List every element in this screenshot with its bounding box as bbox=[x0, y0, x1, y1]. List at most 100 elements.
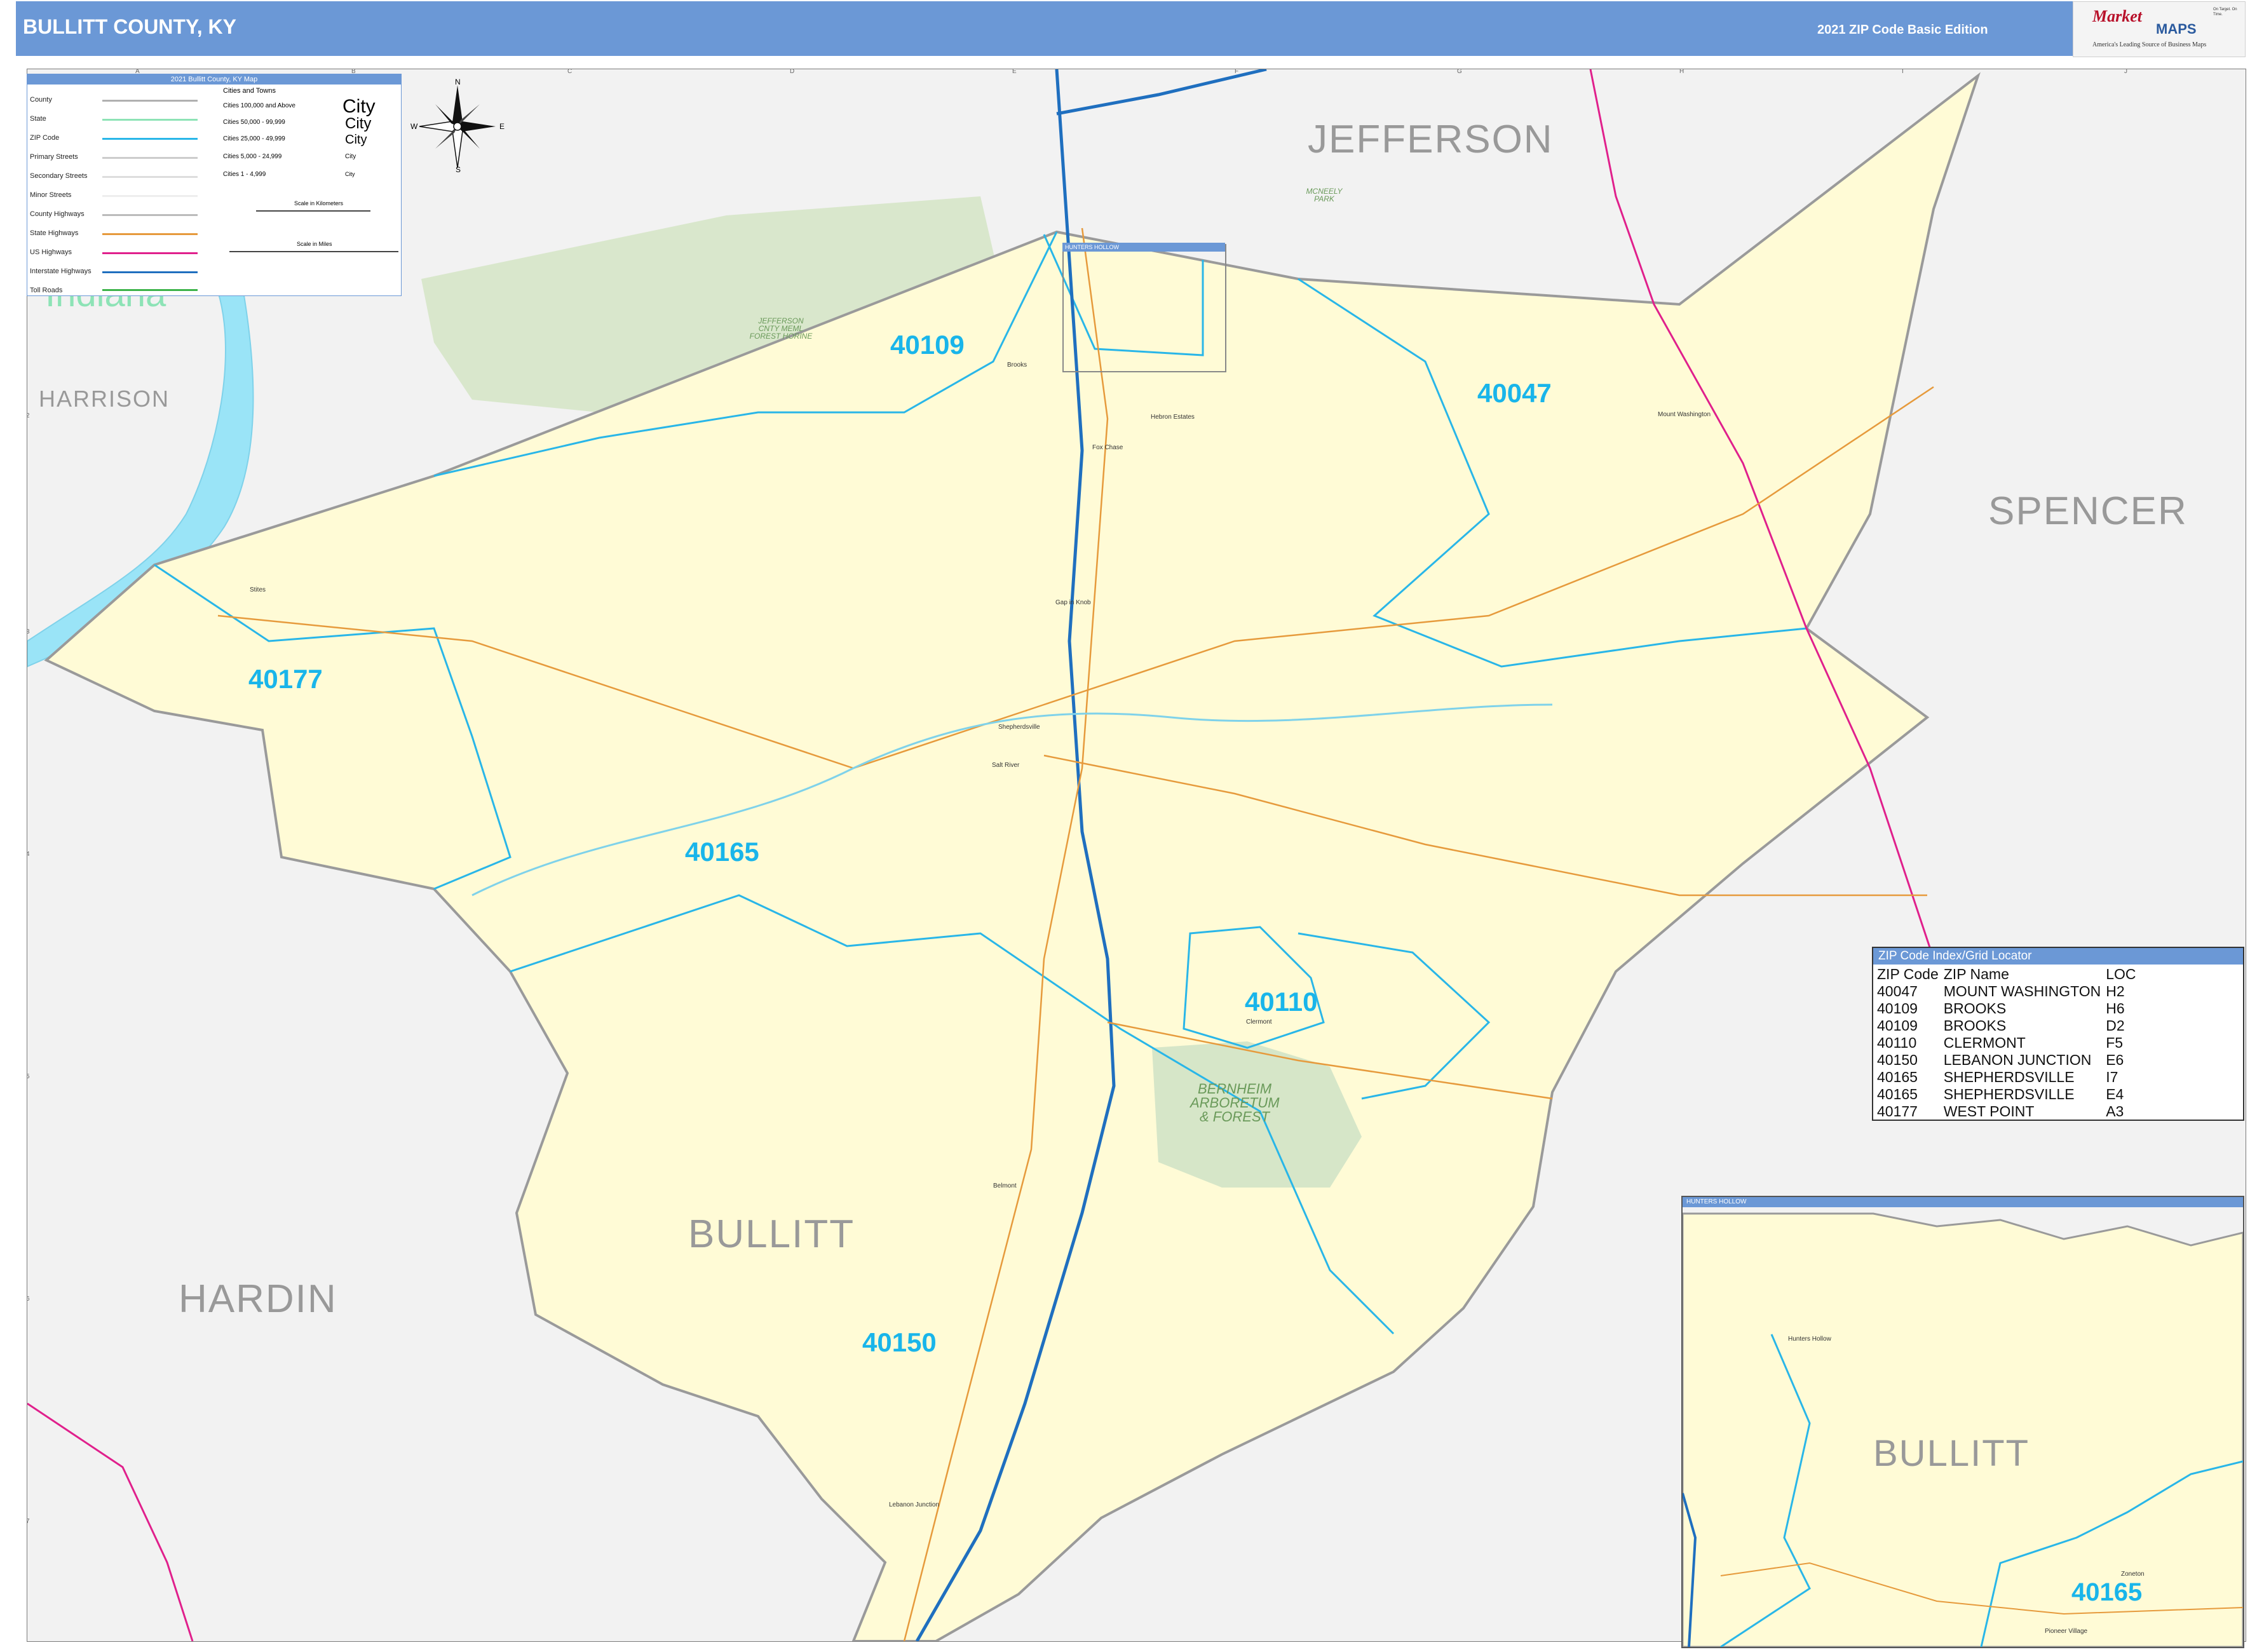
inset-zip-label: 40165 bbox=[2071, 1578, 2143, 1606]
table-row: 40109 BROOKS D2 bbox=[1874, 1017, 2139, 1034]
zip-label-40177: 40177 bbox=[248, 664, 323, 694]
legend-item: Minor Streets bbox=[30, 191, 72, 199]
locator-header-row: ZIP Code ZIP Name LOC bbox=[1874, 966, 2139, 983]
legend-swatch-us-hwy bbox=[102, 252, 198, 254]
table-row: 40177 WEST POINT A3 bbox=[1874, 1103, 2139, 1120]
legend-item: US Highways bbox=[30, 248, 72, 256]
compass-s: S bbox=[456, 165, 461, 174]
place-gap-in-knob: Gap in Knob bbox=[1055, 599, 1091, 606]
compass-star-icon bbox=[419, 85, 496, 168]
grid-row-label: 3 bbox=[27, 628, 30, 635]
cell-name: SHEPHERDSVILLE bbox=[1943, 1069, 2075, 1085]
legend-item: Secondary Streets bbox=[30, 172, 88, 180]
logo-brand-bottom: MAPS bbox=[2156, 21, 2197, 37]
legend-city-range: Cities 25,000 - 49,999 bbox=[223, 135, 285, 142]
zip-label-40047: 40047 bbox=[1477, 378, 1552, 408]
scale-bar-mi bbox=[229, 251, 398, 252]
legend-item: Primary Streets bbox=[30, 153, 78, 161]
place-brooks: Brooks bbox=[1007, 362, 1027, 369]
table-row: 40150 LEBANON JUNCTION E6 bbox=[1874, 1052, 2139, 1069]
edition-label: 2021 ZIP Code Basic Edition bbox=[1817, 23, 1988, 37]
cell-loc: H2 bbox=[2106, 983, 2125, 999]
hunters-hollow-tab: HUNTERS HOLLOW bbox=[1062, 243, 1225, 252]
legend-scale-km: Scale in Kilometers bbox=[294, 200, 344, 207]
county-label-bullitt: BULLITT bbox=[688, 1212, 855, 1256]
grid-row-label: 7 bbox=[27, 1518, 30, 1525]
zip-locator-panel: ZIP Code Index/Grid Locator ZIP Code ZIP… bbox=[1872, 947, 2244, 1121]
cell-loc: F5 bbox=[2106, 1034, 2124, 1051]
compass-n: N bbox=[455, 78, 461, 86]
place-belmont: Belmont bbox=[993, 1182, 1017, 1189]
scale-bar-km bbox=[256, 210, 370, 212]
legend-item: State Highways bbox=[30, 229, 79, 237]
legend-city-range: Cities 100,000 and Above bbox=[223, 102, 295, 109]
place-fox-chase: Fox Chase bbox=[1092, 444, 1123, 451]
legend-swatch-state bbox=[102, 119, 198, 121]
header-bar bbox=[16, 1, 2075, 56]
county-label-harrison: HARRISON bbox=[39, 386, 170, 412]
cell-zip: 40150 bbox=[1877, 1052, 1918, 1068]
locator-col-zip: ZIP Code bbox=[1877, 966, 1939, 982]
county-label-jefferson: JEFFERSON bbox=[1308, 118, 1554, 161]
cell-zip: 40047 bbox=[1877, 983, 1918, 999]
hunters-hollow-extent-box bbox=[1062, 244, 1226, 372]
legend-cities-header: Cities and Towns bbox=[223, 87, 276, 95]
logo-tagline: America's Leading Source of Business Map… bbox=[2092, 41, 2207, 48]
county-label-spencer: SPENCER bbox=[1988, 489, 2188, 533]
place-mount-washington: Mount Washington bbox=[1658, 411, 1711, 418]
cell-zip: 40177 bbox=[1877, 1103, 1918, 1120]
map-legend: 2021 Bullitt County, KY Map County State… bbox=[27, 74, 402, 296]
interstate-top bbox=[1056, 69, 1267, 116]
cell-name: BROOKS bbox=[1943, 1000, 2007, 1017]
cell-zip: 40165 bbox=[1877, 1086, 1918, 1102]
compass-w: W bbox=[410, 122, 418, 131]
cell-loc: D2 bbox=[2106, 1017, 2125, 1034]
legend-city-sample: City bbox=[345, 153, 356, 160]
grid-row-label: 6 bbox=[27, 1296, 30, 1303]
legend-item: County Highways bbox=[30, 210, 85, 218]
map-title: BULLITT COUNTY, KY bbox=[23, 15, 236, 38]
legend-city-sample: City bbox=[342, 96, 376, 117]
cell-zip: 40109 bbox=[1877, 1017, 1918, 1034]
cell-loc: E4 bbox=[2106, 1086, 2124, 1102]
grid-row-label: 4 bbox=[27, 851, 30, 858]
legend-swatch-primary bbox=[102, 157, 198, 159]
legend-item: Toll Roads bbox=[30, 287, 63, 294]
cell-loc: H6 bbox=[2106, 1000, 2125, 1017]
legend-swatch-county-hwy bbox=[102, 214, 198, 216]
cell-name: BROOKS bbox=[1943, 1017, 2007, 1034]
legend-city-sample: City bbox=[345, 133, 367, 147]
grid-col-label: I bbox=[1902, 69, 1904, 75]
cell-name: MOUNT WASHINGTON bbox=[1943, 983, 2101, 999]
place-hebron-estates: Hebron Estates bbox=[1151, 414, 1195, 421]
grid-row-label: 5 bbox=[27, 1073, 30, 1080]
locator-col-loc: LOC bbox=[2106, 966, 2136, 982]
zip-label-40110: 40110 bbox=[1245, 987, 1318, 1017]
legend-swatch-county bbox=[102, 100, 198, 102]
inset-canvas bbox=[1683, 1207, 2243, 1647]
legend-swatch-state-hwy bbox=[102, 233, 198, 235]
legend-scale-mi: Scale in Miles bbox=[297, 241, 332, 247]
place-salt-river: Salt River bbox=[992, 762, 1020, 769]
inset-county-label: BULLITT bbox=[1873, 1433, 2030, 1474]
locator-col-name: ZIP Name bbox=[1943, 966, 2009, 982]
county-label-hardin: HARDIN bbox=[179, 1277, 337, 1321]
compass-rose: N S W E bbox=[407, 78, 508, 174]
cell-loc: I7 bbox=[2106, 1069, 2118, 1085]
place-shepherdsville: Shepherdsville bbox=[998, 724, 1040, 731]
grid-col-label: J bbox=[2124, 69, 2127, 75]
grid-row-label: 2 bbox=[27, 412, 30, 419]
legend-swatch-secondary bbox=[102, 176, 198, 178]
cell-zip: 40165 bbox=[1877, 1069, 1918, 1085]
legend-item: Interstate Highways bbox=[30, 267, 91, 275]
zip-label-40165: 40165 bbox=[685, 837, 759, 867]
logo-brand-top: Market bbox=[2092, 7, 2142, 25]
cell-loc: A3 bbox=[2106, 1103, 2124, 1120]
logo-slogan: On Target. On Time. bbox=[2213, 8, 2237, 17]
table-row: 40047 MOUNT WASHINGTON H2 bbox=[1874, 983, 2139, 1000]
legend-city-sample: City bbox=[345, 115, 372, 132]
grid-col-label: G bbox=[1457, 69, 1462, 75]
park-label-jefferson-forest: JEFFERSON CNTY MEML FOREST HORINE bbox=[749, 316, 813, 341]
legend-city-range: Cities 1 - 4,999 bbox=[223, 171, 266, 178]
table-row: 40165 SHEPHERDSVILLE I7 bbox=[1874, 1069, 2139, 1086]
